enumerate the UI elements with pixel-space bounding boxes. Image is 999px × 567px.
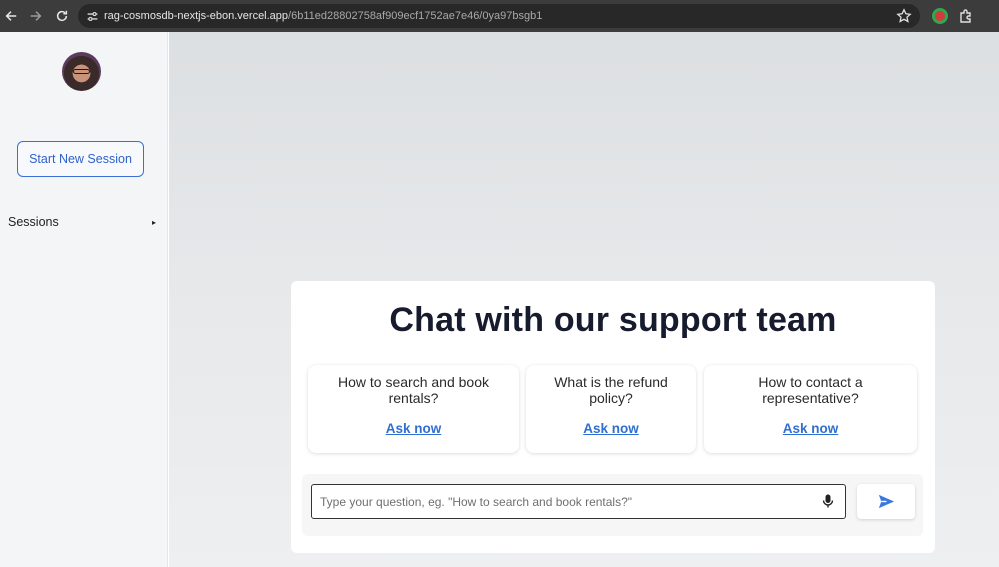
microphone-icon[interactable] [820, 493, 836, 509]
suggestion-card: How to search and book rentals? Ask now [308, 365, 519, 453]
send-icon [878, 494, 894, 509]
send-button[interactable] [857, 484, 915, 519]
page-title: Chat with our support team [389, 301, 837, 339]
suggestion-question: How to contact a representative? [758, 374, 863, 406]
avatar[interactable] [62, 52, 101, 91]
sessions-label: Sessions [8, 215, 59, 229]
extension-icon[interactable] [932, 8, 948, 24]
suggestion-question: How to search and book rentals? [338, 374, 489, 406]
start-new-session-button[interactable]: Start New Session [17, 141, 144, 177]
sidebar: Start New Session Sessions ▸ [0, 32, 168, 567]
forward-arrow-icon[interactable] [25, 5, 47, 27]
sessions-toggle[interactable]: Sessions ▸ [0, 208, 168, 236]
chat-panel: Chat with our support team How to search… [291, 281, 935, 553]
avatar-glasses [73, 69, 90, 74]
back-arrow-icon[interactable] [0, 5, 22, 27]
site-info-icon[interactable] [84, 8, 100, 24]
ask-now-link[interactable]: Ask now [526, 421, 696, 436]
question-input[interactable] [311, 484, 846, 519]
url-path: /6b11ed28802758af909ecf1752ae7e46/0ya97b… [288, 10, 543, 22]
ask-now-link[interactable]: Ask now [704, 421, 917, 436]
browser-toolbar: rag-cosmosdb-nextjs-ebon.vercel.app/6b11… [0, 0, 999, 32]
ask-now-link[interactable]: Ask now [308, 421, 519, 436]
bookmark-star-icon[interactable] [896, 8, 912, 24]
suggestion-card: How to contact a representative? Ask now [704, 365, 917, 453]
url-text: rag-cosmosdb-nextjs-ebon.vercel.app/6b11… [104, 10, 542, 22]
suggestion-question: What is the refund policy? [554, 374, 668, 406]
suggestion-card: What is the refund policy? Ask now [526, 365, 696, 453]
question-input-bar [302, 474, 923, 536]
chevron-right-icon: ▸ [151, 217, 156, 227]
puzzle-icon[interactable] [958, 8, 974, 24]
reload-icon[interactable] [51, 5, 73, 27]
address-bar[interactable]: rag-cosmosdb-nextjs-ebon.vercel.app/6b11… [78, 4, 920, 28]
url-host: rag-cosmosdb-nextjs-ebon.vercel.app [104, 10, 289, 22]
